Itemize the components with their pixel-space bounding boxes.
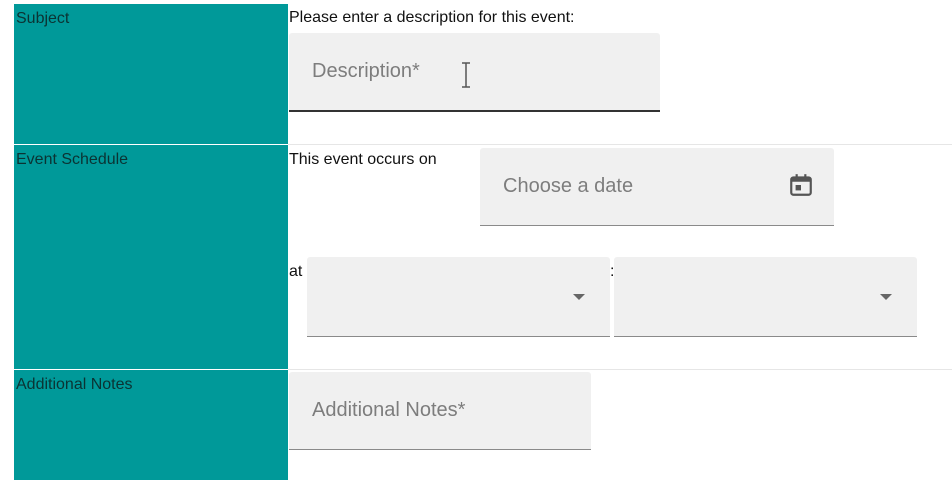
notes-label-cell: Additional Notes [14,370,288,480]
description-field[interactable] [289,33,660,112]
subject-label-cell: Subject [14,4,288,144]
event-form: Subject Please enter a description for t… [0,0,952,480]
notes-input[interactable] [289,372,591,449]
description-prompt: Please enter a description for this even… [289,9,575,26]
occurs-on-text: This event occurs on [289,151,437,168]
notes-field[interactable] [289,372,591,450]
subject-label: Subject [16,10,70,27]
chevron-down-icon[interactable] [880,294,892,300]
hour-select[interactable] [307,257,610,337]
notes-label: Additional Notes [16,376,133,393]
description-input[interactable] [289,33,660,110]
row-divider [288,144,952,145]
date-field[interactable] [480,148,834,226]
schedule-label: Event Schedule [16,151,129,168]
schedule-label-cell: Event Schedule [14,145,288,369]
at-text: at [289,263,303,280]
calendar-icon[interactable] [788,172,814,198]
chevron-down-icon[interactable] [573,294,585,300]
date-input[interactable] [480,148,834,225]
minute-select[interactable] [614,257,917,337]
row-divider [288,369,952,370]
